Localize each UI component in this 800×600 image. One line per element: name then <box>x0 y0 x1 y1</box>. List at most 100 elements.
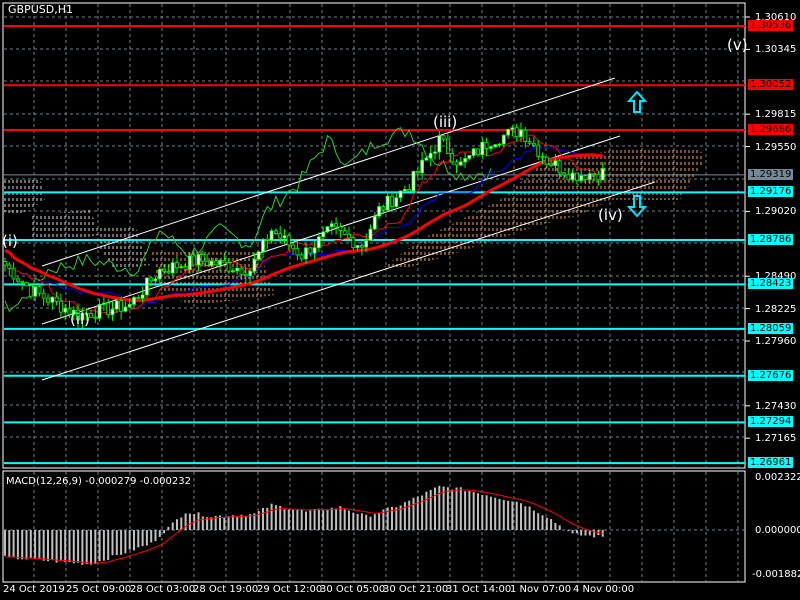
bear-candle <box>540 156 545 158</box>
macd-bar <box>438 485 441 530</box>
price-tick: 1.27960 <box>755 335 797 347</box>
bear-candle <box>536 144 541 157</box>
bull-candle <box>480 141 485 156</box>
channel-lower-line[interactable] <box>41 181 656 381</box>
bull-candle <box>235 267 240 272</box>
macd-axis-zero: 0.000000 <box>755 525 800 536</box>
bear-candle <box>484 141 489 149</box>
bull-candle <box>218 259 222 266</box>
bull-candle <box>364 240 369 248</box>
macd-bar <box>94 530 97 565</box>
macd-bar <box>90 530 92 565</box>
bear-candle <box>338 226 343 232</box>
macd-bar <box>528 506 531 530</box>
bear-candle <box>239 267 244 275</box>
macd-bar <box>468 491 471 530</box>
bull-candle <box>261 238 265 253</box>
macd-bar <box>335 508 338 530</box>
macd-bar <box>167 526 170 530</box>
bull-candle <box>471 148 476 156</box>
bear-candle <box>445 138 450 154</box>
wave-label-iv: (iv) <box>598 206 623 224</box>
macd-bar <box>532 510 535 530</box>
macd-bar <box>64 530 67 562</box>
bear-candle <box>532 142 536 146</box>
bear-candle <box>106 302 111 316</box>
price-tick: 1.30345 <box>755 44 797 56</box>
bull-candle <box>256 251 261 260</box>
bear-candle <box>351 237 356 249</box>
wave-label-v: (v) <box>727 36 748 54</box>
macd-bar <box>360 513 363 530</box>
macd-bar <box>163 530 166 534</box>
price-tick: 1.27165 <box>755 433 797 445</box>
level-price-label: 1.28059 <box>748 322 794 334</box>
bear-candle <box>46 297 50 303</box>
time-label: 1 Nov 07:00 <box>510 584 572 595</box>
macd-bar <box>197 512 200 530</box>
bull-candle <box>433 151 437 154</box>
level-price-label: 1.29686 <box>748 123 794 135</box>
bull-candle <box>153 278 158 282</box>
bear-candle <box>226 262 231 272</box>
macd-bar <box>4 530 6 556</box>
macd-bar <box>81 530 84 565</box>
macd-bar <box>550 519 553 530</box>
bull-candle <box>411 170 416 192</box>
macd-bar <box>176 519 178 530</box>
bull-candle <box>325 226 330 233</box>
macd-bar <box>584 530 587 536</box>
macd-bar <box>283 509 286 530</box>
bear-candle <box>583 175 588 180</box>
bull-candle <box>501 134 506 145</box>
macd-bar <box>369 516 372 530</box>
macd-bar <box>343 509 346 530</box>
bear-candle <box>523 129 528 142</box>
macd-bar <box>154 530 157 542</box>
macd-bar <box>47 530 49 562</box>
macd-bar <box>511 501 514 530</box>
bull-candle <box>230 270 235 273</box>
macd-histogram <box>4 485 604 565</box>
bear-candle <box>265 238 270 241</box>
level-price-label: 1.27294 <box>748 416 794 428</box>
grid <box>4 4 744 581</box>
macd-bar <box>434 487 436 530</box>
bull-candle <box>428 152 433 159</box>
price-tick: 1.29020 <box>755 206 797 218</box>
bull-candle <box>252 258 257 272</box>
bear-candle <box>295 248 300 256</box>
time-label: 30 Oct 05:00 <box>320 584 386 595</box>
bear-candle <box>59 300 63 313</box>
bear-candle <box>37 286 42 294</box>
macd-bar <box>558 525 561 530</box>
macd-bar <box>141 530 144 547</box>
macd-bar <box>378 512 381 530</box>
time-label: 4 Nov 00:00 <box>573 584 635 595</box>
bear-candle <box>514 127 519 137</box>
macd-bar <box>249 514 252 530</box>
channel-upper-line[interactable] <box>41 77 616 267</box>
bear-candle <box>347 233 351 239</box>
wave-label-iii: (iii) <box>433 113 458 131</box>
bull-candle <box>33 286 37 297</box>
bear-candle <box>24 282 29 287</box>
wave-label-ii: (ii) <box>70 310 91 328</box>
macd-bar <box>231 515 234 530</box>
macd-bar <box>537 513 540 530</box>
macd-bar <box>8 530 11 557</box>
level-price-label: 1.29176 <box>748 186 794 198</box>
time-label: 30 Oct 21:00 <box>383 584 449 595</box>
macd-bar <box>305 511 307 530</box>
bull-candle <box>248 270 253 277</box>
time-label: 24 Oct 2019 <box>3 584 65 595</box>
price-chart[interactable] <box>0 0 800 600</box>
macd-axis-max: 0.002322 <box>755 472 800 483</box>
bear-candle <box>334 223 339 228</box>
bull-candle <box>63 307 68 313</box>
macd-bar <box>16 530 19 560</box>
bull-candle <box>144 277 149 296</box>
bull-candle <box>402 189 407 192</box>
bull-candle <box>510 127 515 130</box>
bear-candle <box>342 230 347 235</box>
